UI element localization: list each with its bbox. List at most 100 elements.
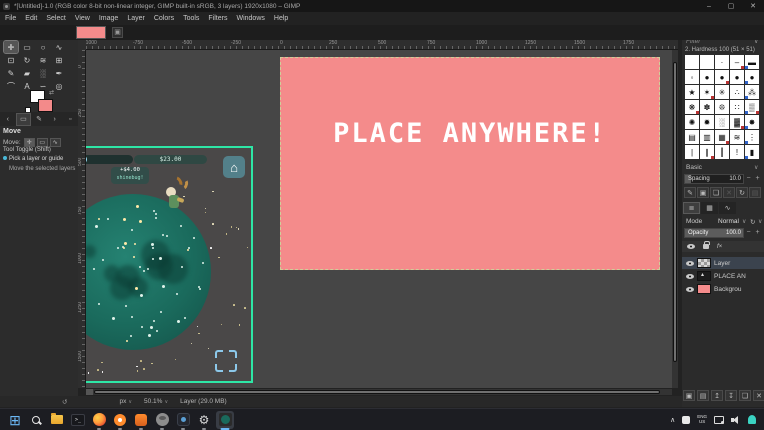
paths-tool-icon[interactable]: ⌒: [4, 80, 18, 92]
brush-swatch[interactable]: ✹: [700, 115, 714, 129]
swap-colors-icon[interactable]: ⇄: [49, 89, 54, 96]
pencil-tool-icon[interactable]: ✎: [4, 67, 18, 79]
radio-selected-icon[interactable]: [3, 156, 7, 160]
terminal-app[interactable]: >_: [69, 411, 87, 429]
opacity-slider[interactable]: Opacity 100.0: [684, 228, 744, 238]
layer-visibility-icon[interactable]: [686, 274, 694, 279]
brush-swatch[interactable]: ●: [700, 70, 714, 84]
pick-layer-option[interactable]: Pick a layer or guide: [9, 156, 63, 162]
free-select-tool-icon[interactable]: ∿: [52, 41, 66, 53]
menu-view[interactable]: View: [75, 15, 90, 22]
rectangle-select-tool-icon[interactable]: ▭: [20, 41, 34, 53]
unit-select[interactable]: px: [119, 398, 126, 405]
menu-colors[interactable]: Colors: [154, 15, 174, 22]
file-explorer-app[interactable]: [48, 411, 66, 429]
new-brush-button[interactable]: ▣: [697, 187, 709, 198]
dock-tab-next-icon[interactable]: ›: [47, 113, 63, 126]
layer-visibility-icon[interactable]: [686, 287, 694, 292]
brush-swatch[interactable]: ✺: [685, 115, 699, 129]
gimp-app[interactable]: [153, 411, 171, 429]
touch-keyboard-icon[interactable]: [682, 416, 690, 424]
brush-swatch[interactable]: ·: [715, 55, 729, 69]
spacing-slider[interactable]: Spacing 10.0: [684, 174, 744, 184]
visibility-header-icon[interactable]: [687, 244, 695, 249]
brush-swatch[interactable]: ░: [715, 115, 729, 129]
move-mode-button-0[interactable]: ✛: [24, 138, 35, 147]
opacity-plus-button[interactable]: +: [754, 229, 761, 236]
ellipse-select-tool-icon[interactable]: ○: [36, 41, 50, 53]
duplicate-brush-button[interactable]: ❏: [710, 187, 722, 198]
brush-swatch[interactable]: ⋮: [745, 130, 759, 144]
search-button[interactable]: [27, 411, 45, 429]
layer-name[interactable]: Layer: [714, 260, 730, 267]
tool-options-tab[interactable]: ▭: [16, 113, 32, 126]
menu-image[interactable]: Image: [99, 15, 118, 22]
volume-icon[interactable]: [731, 415, 741, 425]
brush-swatch[interactable]: ✶: [700, 85, 714, 99]
layer-row[interactable]: PLACE AN: [682, 270, 764, 282]
language-indicator[interactable]: ENG US: [697, 415, 707, 425]
brush-swatch[interactable]: ✽: [700, 100, 714, 114]
firefox-app[interactable]: [90, 411, 108, 429]
maximize-button[interactable]: ▢: [720, 2, 742, 10]
blender-app[interactable]: [111, 411, 129, 429]
device-status-tab[interactable]: ✎: [31, 113, 47, 126]
menu-edit[interactable]: Edit: [25, 15, 37, 22]
paint-app[interactable]: [132, 411, 150, 429]
menu-select[interactable]: Select: [46, 15, 65, 22]
settings-app[interactable]: ⚙: [195, 411, 213, 429]
camera-app[interactable]: [174, 411, 192, 429]
lock-icon[interactable]: [703, 244, 709, 249]
brush-swatch[interactable]: ∴: [730, 85, 744, 99]
warp-transform-tool-icon[interactable]: ≋: [36, 54, 50, 66]
notification-bell-icon[interactable]: [748, 415, 756, 424]
layers-tab[interactable]: ≣: [683, 202, 700, 214]
mode-switch-chevron-icon[interactable]: ∨: [758, 218, 762, 225]
menu-help[interactable]: Help: [274, 15, 288, 22]
rotate-tool-icon[interactable]: ↻: [20, 54, 34, 66]
brush-group-select[interactable]: Basic: [686, 164, 702, 171]
eraser-tool-icon[interactable]: ▰: [20, 67, 34, 79]
new-group-button[interactable]: ▤: [697, 390, 709, 401]
brush-swatch[interactable]: ▮: [745, 145, 759, 159]
brush-swatch[interactable]: ┃: [715, 145, 729, 159]
refresh-brushes-button[interactable]: ↻: [736, 187, 748, 198]
brush-swatch[interactable]: ▦: [715, 130, 729, 144]
brush-swatch[interactable]: ▓: [730, 115, 744, 129]
start-button[interactable]: ⊞: [6, 411, 24, 429]
menu-windows[interactable]: Windows: [236, 15, 264, 22]
navigation-icon[interactable]: ↺: [62, 398, 67, 406]
crop-tool-icon[interactable]: ⊡: [4, 54, 18, 66]
airbrush-tool-icon[interactable]: ░: [36, 67, 50, 79]
horizontal-scrollbar[interactable]: [86, 389, 672, 395]
group-chevron-icon[interactable]: ∨: [754, 164, 758, 171]
brush-swatch[interactable]: ●: [730, 70, 744, 84]
duplicate-layer-button[interactable]: ❏: [739, 390, 751, 401]
mode-select[interactable]: Normal: [718, 218, 739, 225]
spacing-plus-button[interactable]: +: [754, 175, 761, 182]
zoom-select[interactable]: 50.1%: [144, 398, 162, 405]
brush-swatch[interactable]: ✳: [715, 85, 729, 99]
layer-name[interactable]: Backgrou: [714, 286, 741, 293]
ink-tool-icon[interactable]: ✒: [52, 67, 66, 79]
brush-swatch[interactable]: ★: [685, 85, 699, 99]
vertical-scrollbar[interactable]: [672, 50, 678, 388]
brush-swatch[interactable]: ⁂: [745, 85, 759, 99]
layer-visibility-icon[interactable]: [686, 261, 694, 266]
menu-file[interactable]: File: [5, 15, 16, 22]
layer-row[interactable]: Layer: [682, 257, 764, 269]
zoom-tool-icon[interactable]: ◎: [52, 80, 66, 92]
brush-swatch[interactable]: ▥: [700, 130, 714, 144]
mode-switch-icon[interactable]: ↻: [750, 218, 755, 226]
pen-cast-icon[interactable]: [714, 416, 724, 424]
dock-menu-icon[interactable]: ▫: [62, 113, 78, 126]
menu-tools[interactable]: Tools: [183, 15, 199, 22]
tray-chevron-icon[interactable]: ∧: [670, 416, 675, 424]
close-button[interactable]: ✕: [742, 2, 764, 10]
brush-swatch[interactable]: ●: [715, 70, 729, 84]
raise-layer-button[interactable]: ↥: [711, 390, 723, 401]
brush-swatch[interactable]: ●: [745, 70, 759, 84]
brush-swatch[interactable]: ∥: [700, 145, 714, 159]
tab-menu-icon[interactable]: ▣: [112, 27, 123, 38]
spacing-minus-button[interactable]: −: [745, 175, 752, 182]
